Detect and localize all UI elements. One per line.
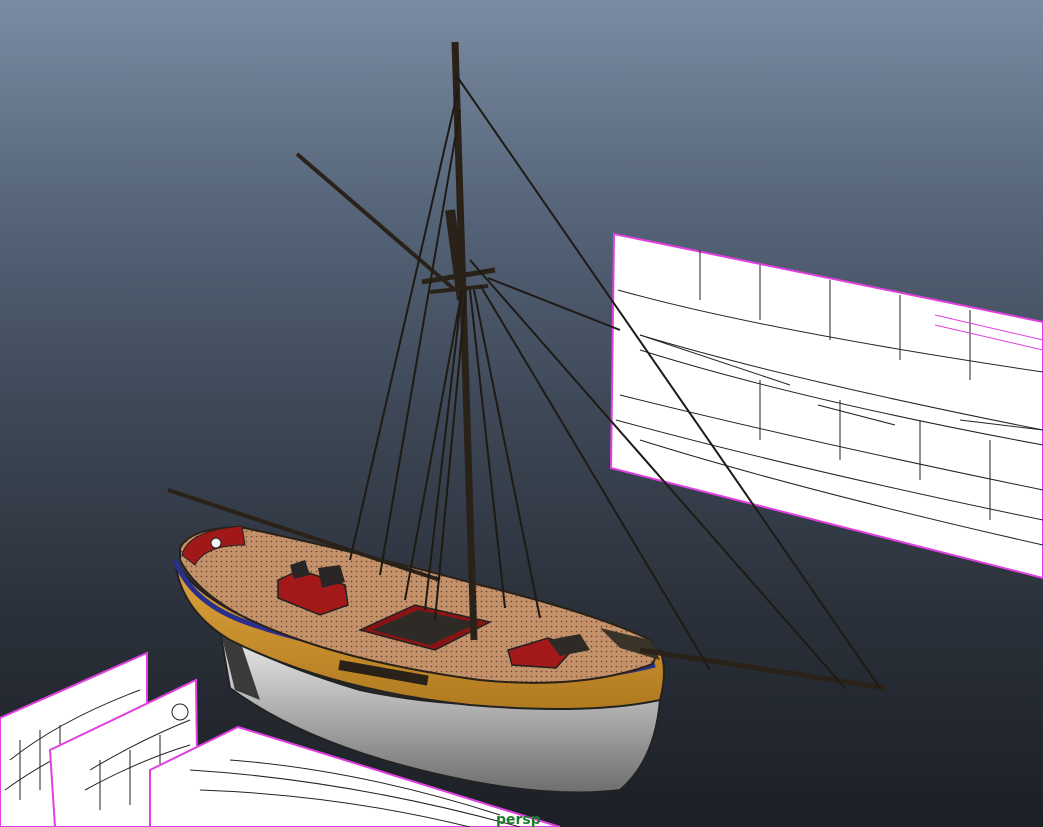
- scene-canvas[interactable]: [0, 0, 1043, 827]
- gaff: [295, 152, 457, 292]
- bowsprit: [639, 647, 886, 691]
- image-plane-side[interactable]: [609, 232, 1043, 580]
- camera-label: persp: [496, 812, 541, 827]
- viewport-3d[interactable]: persp: [0, 0, 1043, 827]
